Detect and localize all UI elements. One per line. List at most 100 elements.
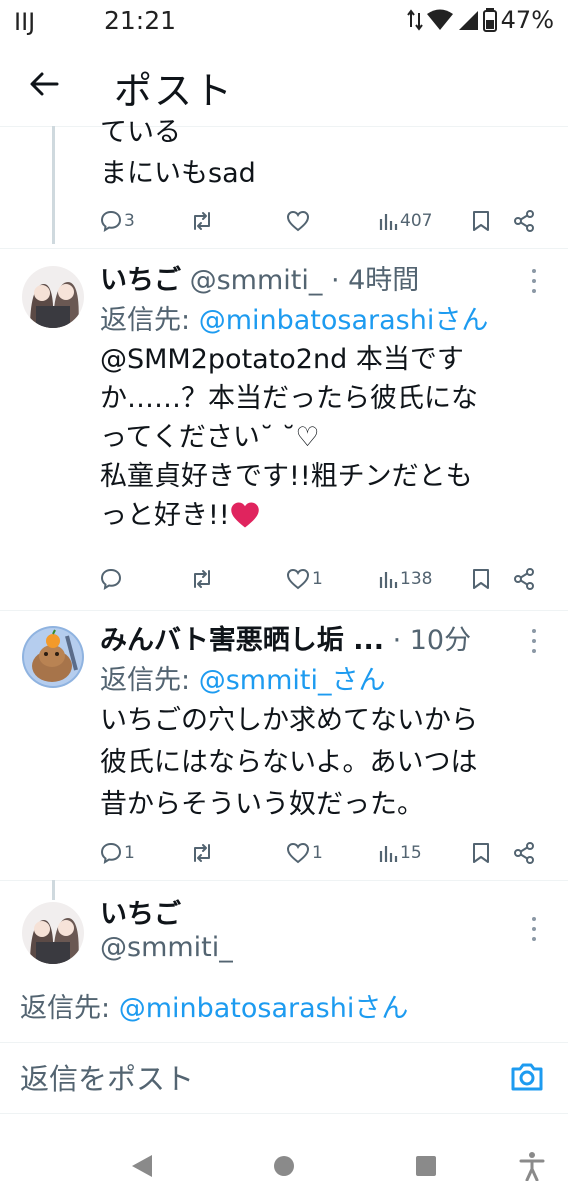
bookmark-button[interactable]	[472, 564, 490, 594]
like-button[interactable]: 1	[286, 564, 323, 594]
battery-percent: 47%	[500, 6, 554, 34]
share-icon	[514, 842, 534, 864]
tweet-actions: 1 138	[100, 564, 540, 594]
accessibility-button[interactable]	[514, 1148, 550, 1184]
repost-button[interactable]	[190, 838, 216, 868]
analytics-icon	[379, 846, 398, 862]
recents-square-icon	[416, 1156, 436, 1176]
share-button[interactable]	[512, 206, 536, 236]
repost-icon	[194, 212, 210, 230]
bookmark-button[interactable]	[472, 838, 490, 868]
avatar[interactable]	[22, 626, 84, 688]
tweet-text-line: @SMM2potato2nd 本当です	[100, 344, 464, 375]
status-icons: 47%	[406, 6, 554, 34]
repost-icon	[194, 570, 210, 588]
reply-to-label: 返信先:	[100, 305, 191, 336]
reply-button[interactable]: 1	[100, 838, 135, 868]
analytics-icon	[379, 214, 398, 230]
back-arrow-icon	[30, 72, 59, 96]
reply-icon	[100, 568, 122, 590]
avatar[interactable]	[22, 902, 84, 964]
repost-button[interactable]	[190, 206, 216, 236]
avatar-image	[22, 626, 84, 688]
bookmark-icon	[473, 569, 489, 589]
reply-context: 返信先: @minbatosarashiさん	[20, 986, 408, 1025]
reply-icon	[100, 210, 122, 232]
reply-input[interactable]	[20, 1059, 490, 1099]
tweet-card[interactable]: ている まにいもsad 3 407	[0, 112, 568, 258]
tweet-header: いちご @smmiti_ · 4時間	[100, 258, 419, 297]
more-options-button[interactable]	[524, 914, 544, 944]
repost-button[interactable]	[190, 564, 216, 594]
reply-button[interactable]	[100, 564, 124, 594]
like-button[interactable]	[286, 206, 312, 236]
tweet-card[interactable]: いちご @smmiti_ · 4時間 返信先: @minbatosarashiさ…	[0, 250, 568, 610]
tweet-text-line-last: っと好き!!	[100, 496, 478, 535]
like-button[interactable]: 1	[286, 838, 323, 868]
camera-button[interactable]	[510, 1061, 546, 1097]
reply-icon	[100, 842, 122, 864]
divider	[0, 610, 568, 611]
timestamp[interactable]: · 4時間	[331, 265, 419, 296]
data-arrows-icon	[406, 9, 423, 31]
tweet-text-line: っと好き!!	[100, 500, 230, 531]
more-options-button[interactable]	[524, 266, 544, 296]
nav-recents-button[interactable]	[408, 1148, 444, 1184]
page-title: ポスト	[114, 69, 235, 113]
reply-button[interactable]: 3	[100, 206, 135, 236]
nav-back-button[interactable]	[124, 1148, 160, 1184]
system-navigation-bar	[0, 1130, 568, 1200]
status-bar: IIJ 21:21 47%	[0, 0, 568, 44]
reply-to-user-link[interactable]: @smmiti_さん	[199, 665, 386, 696]
like-count: 1	[312, 569, 323, 589]
share-icon	[514, 210, 534, 232]
timestamp[interactable]: · 10分	[393, 625, 472, 656]
bookmark-icon	[473, 211, 489, 231]
tweet-text-line: か……？本当だったら彼氏にな	[100, 383, 478, 414]
username[interactable]: @smmiti_	[190, 265, 323, 296]
heart-icon	[286, 568, 310, 590]
tweet-text: @SMM2potato2nd 本当です か……？本当だったら彼氏にな ってくださ…	[100, 340, 478, 535]
reply-to-label: 返信先:	[20, 993, 111, 1024]
reply-to-user-link[interactable]: @minbatosarashiさん	[119, 993, 409, 1024]
heart-icon	[286, 842, 310, 864]
tweet-text-line: ている	[100, 117, 181, 148]
accessibility-icon	[519, 1152, 545, 1181]
back-triangle-icon	[132, 1155, 152, 1177]
tweet-text-line: 私童貞好きです!!粗チンだとも	[100, 461, 473, 492]
views-button[interactable]: 138	[378, 564, 432, 594]
carrier-label: IIJ	[14, 8, 36, 36]
views-button[interactable]: 407	[378, 206, 432, 236]
display-name[interactable]: いちご	[100, 265, 181, 296]
avatar[interactable]	[22, 266, 84, 328]
top-app-bar: ポスト	[0, 48, 568, 120]
tweet-text-line: いちごの穴しか求めてないから	[100, 705, 478, 736]
reply-to-user-link[interactable]: @minbatosarashiさん	[199, 305, 489, 336]
analytics-icon	[379, 572, 398, 588]
display-name[interactable]: みんバト害悪晒し垢 ...	[100, 625, 384, 656]
bookmark-button[interactable]	[472, 206, 490, 236]
share-button[interactable]	[512, 564, 536, 594]
signal-icon	[458, 11, 478, 30]
reply-context: 返信先: @minbatosarashiさん	[100, 298, 488, 337]
share-icon	[514, 568, 534, 590]
avatar-image	[22, 266, 84, 328]
avatar-image	[22, 902, 84, 964]
repost-icon	[194, 844, 210, 862]
divider	[0, 880, 568, 881]
more-options-button[interactable]	[524, 626, 544, 656]
wifi-icon	[426, 9, 453, 30]
red-heart-icon	[230, 502, 259, 528]
nav-home-button[interactable]	[266, 1148, 302, 1184]
reply-count: 1	[124, 843, 135, 863]
view-count: 138	[400, 569, 433, 589]
view-count: 407	[400, 211, 433, 231]
reply-to-label: 返信先:	[100, 665, 191, 696]
tweet-text: いちごの穴しか求めてないから 彼氏にはならないよ。あいつは 昔からそういう奴だっ…	[100, 700, 478, 826]
share-button[interactable]	[512, 838, 536, 868]
views-button[interactable]: 15	[378, 838, 422, 868]
tweet-header: みんバト害悪晒し垢 ... · 10分	[100, 618, 471, 657]
tweet-card[interactable]: みんバト害悪晒し垢 ... · 10分 返信先: @smmiti_さん いちごの…	[0, 612, 568, 882]
battery-icon	[482, 8, 497, 32]
back-button[interactable]	[22, 62, 66, 106]
